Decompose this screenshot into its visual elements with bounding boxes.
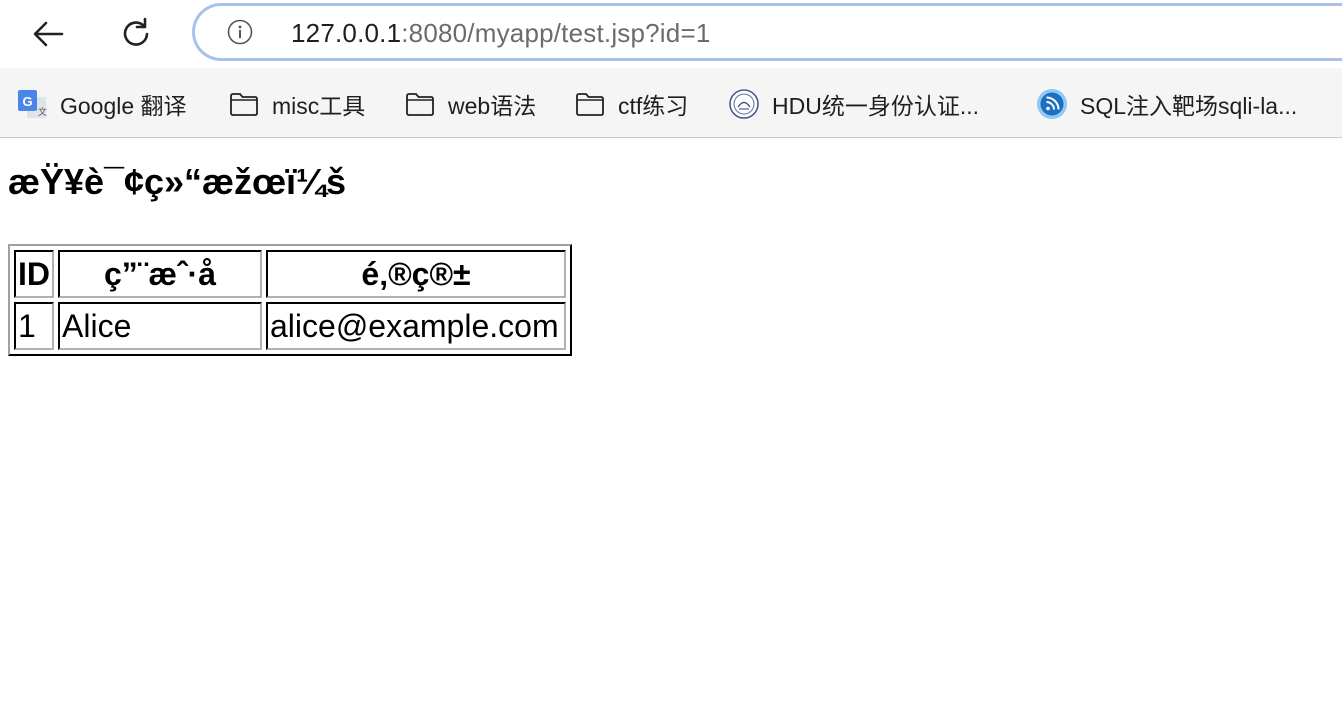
bookmark-label: SQL注入靶场sqli-la... <box>1080 93 1298 119</box>
page-heading: æŸ¥è¯¢ç»“æžœï¼š <box>8 161 347 202</box>
site-info-icon[interactable] <box>227 19 253 45</box>
reload-button[interactable] <box>112 10 160 58</box>
hdu-logo-icon <box>728 88 760 120</box>
url-text[interactable]: 127.0.0.1:8080/myapp/test.jsp?id=1 <box>291 18 711 48</box>
back-arrow-icon <box>33 21 64 47</box>
google-translate-icon: G 文 <box>16 88 48 120</box>
folder-icon <box>228 88 260 120</box>
cell-id: 1 <box>14 302 54 350</box>
table-row: 1 Alice alice@example.com <box>14 302 566 350</box>
bookmarks-bar: G 文 Google 翻译 misc工具 web语法 ctf练习 HDU统一身份… <box>0 68 1342 138</box>
reload-icon <box>123 17 149 46</box>
bookmark-folder-misc[interactable]: misc工具 <box>228 88 365 120</box>
svg-text:G: G <box>22 94 32 109</box>
bookmark-label: Google 翻译 <box>60 93 187 119</box>
bookmark-label: ctf练习 <box>618 93 689 119</box>
svg-text:文: 文 <box>38 106 47 118</box>
cell-email: alice@example.com <box>266 302 566 350</box>
bookmark-label: web语法 <box>448 93 537 119</box>
table-header-row: ID ç”¨æˆ·å é‚®ç®± <box>14 250 566 298</box>
column-header-email: é‚®ç®± <box>266 250 566 298</box>
rss-icon <box>1036 88 1068 120</box>
results-table: ID ç”¨æˆ·å é‚®ç®± 1 Alice alice@example.… <box>8 244 572 356</box>
bookmark-sqli-labs[interactable]: SQL注入靶场sqli-la... <box>1036 88 1297 120</box>
bookmark-label: HDU统一身份认证... <box>772 93 979 119</box>
bookmark-folder-ctf[interactable]: ctf练习 <box>574 88 688 120</box>
page-content: æŸ¥è¯¢ç»“æžœï¼š ID ç”¨æˆ·å é‚®ç®± 1 Alic… <box>0 138 1342 704</box>
bookmark-folder-web[interactable]: web语法 <box>404 88 536 120</box>
browser-toolbar: 127.0.0.1:8080/myapp/test.jsp?id=1 <box>0 0 1342 68</box>
bookmark-google-translate[interactable]: G 文 Google 翻译 <box>16 88 187 120</box>
folder-icon <box>404 88 436 120</box>
column-header-username: ç”¨æˆ·å <box>58 250 262 298</box>
bookmark-label: misc工具 <box>272 93 366 119</box>
folder-icon <box>574 88 606 120</box>
column-header-id: ID <box>14 250 54 298</box>
url-path: :8080/myapp/test.jsp?id=1 <box>401 18 711 48</box>
back-button[interactable] <box>24 10 72 58</box>
cell-username: Alice <box>58 302 262 350</box>
url-host: 127.0.0.1 <box>291 18 402 48</box>
address-bar[interactable]: 127.0.0.1:8080/myapp/test.jsp?id=1 <box>192 3 1342 61</box>
bookmark-hdu-auth[interactable]: HDU统一身份认证... <box>728 88 979 120</box>
